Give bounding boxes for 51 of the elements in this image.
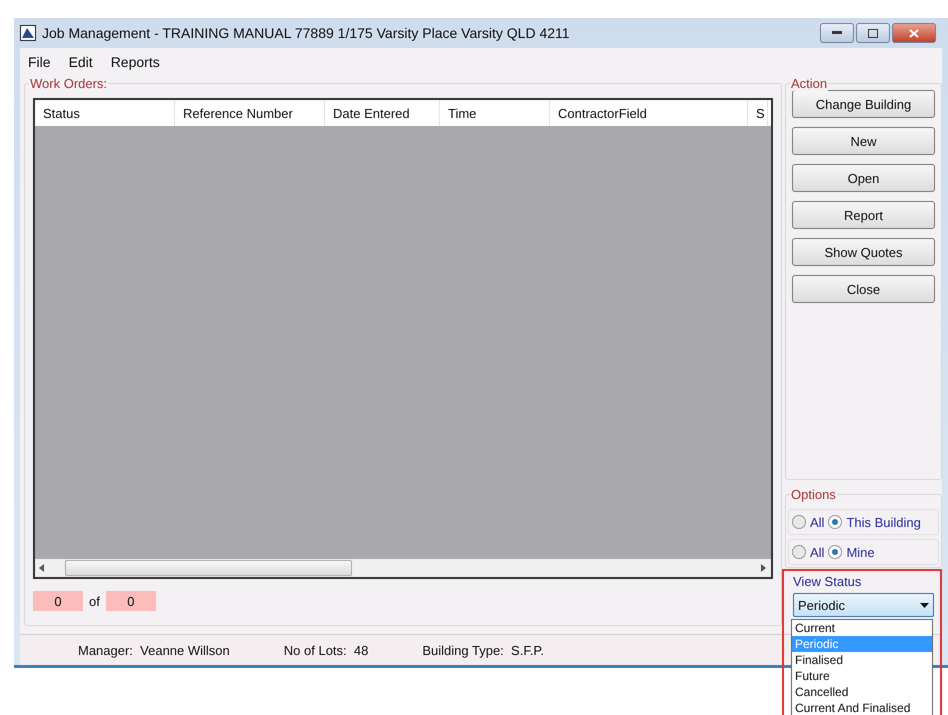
of-label: of xyxy=(89,594,100,608)
scroll-right-icon[interactable] xyxy=(761,564,767,572)
radio-button[interactable] xyxy=(792,515,806,529)
status-text: Building Type: S.F.P. xyxy=(422,642,544,658)
column-header[interactable]: Reference Number xyxy=(175,100,325,126)
view-status-label: View Status xyxy=(793,574,862,589)
status-text: No of Lots: 48 xyxy=(284,642,368,658)
radio-label: Mine xyxy=(846,544,875,560)
group-title: Work Orders: xyxy=(29,76,108,91)
dropdown-option[interactable]: Cancelled xyxy=(792,684,932,700)
action-button[interactable]: Show Quotes xyxy=(792,238,935,266)
close-icon xyxy=(909,28,919,38)
status-text: Manager: Veanne Willson xyxy=(78,642,230,658)
view-status-dropdown[interactable]: Periodic xyxy=(793,593,934,617)
action-button[interactable]: Close xyxy=(792,275,935,303)
column-header[interactable]: Date Entered xyxy=(325,100,440,126)
dropdown-option[interactable]: Current And Finalised xyxy=(792,700,932,715)
column-header[interactable]: Status xyxy=(35,100,175,126)
app-icon xyxy=(20,25,36,41)
window-title: Job Management - TRAINING MANUAL 77889 1/175 Varsity Place Varsity QLD 4211 xyxy=(42,25,571,41)
minimize-button[interactable] xyxy=(820,23,854,43)
radio-button[interactable] xyxy=(792,545,806,559)
scroll-left-icon[interactable] xyxy=(39,564,45,572)
group-title: Action xyxy=(790,76,828,91)
dropdown-option[interactable]: Future xyxy=(792,668,932,684)
group-title: Options xyxy=(790,487,837,502)
menu-item[interactable]: Edit xyxy=(66,54,95,70)
column-header[interactable]: ContractorField xyxy=(550,100,748,126)
menu-item[interactable]: File xyxy=(26,54,53,70)
total-records-field: 0 xyxy=(106,591,156,611)
radio-button[interactable] xyxy=(828,515,842,529)
action-button[interactable]: New xyxy=(792,127,935,155)
radio-label: All xyxy=(810,544,824,560)
action-button[interactable]: Open xyxy=(792,164,935,192)
radio-label: This Building xyxy=(846,514,921,530)
caret-icon xyxy=(920,602,929,608)
close-button[interactable] xyxy=(892,23,936,43)
minimize-icon xyxy=(832,31,842,35)
column-header[interactable]: S xyxy=(748,100,768,126)
radio-button[interactable] xyxy=(828,545,842,559)
horizontal-scrollbar[interactable] xyxy=(35,559,771,577)
action-button[interactable]: Report xyxy=(792,201,935,229)
current-record-field: 0 xyxy=(33,591,83,611)
dropdown-option[interactable]: Current xyxy=(792,620,932,636)
dropdown-option[interactable]: Finalised xyxy=(792,652,932,668)
maximize-icon xyxy=(868,28,878,38)
radio-label: All xyxy=(810,514,824,530)
action-button[interactable]: Change Building xyxy=(792,90,935,118)
maximize-button[interactable] xyxy=(856,23,890,43)
column-header[interactable]: Time xyxy=(440,100,550,126)
menu-item[interactable]: Reports xyxy=(108,54,162,70)
